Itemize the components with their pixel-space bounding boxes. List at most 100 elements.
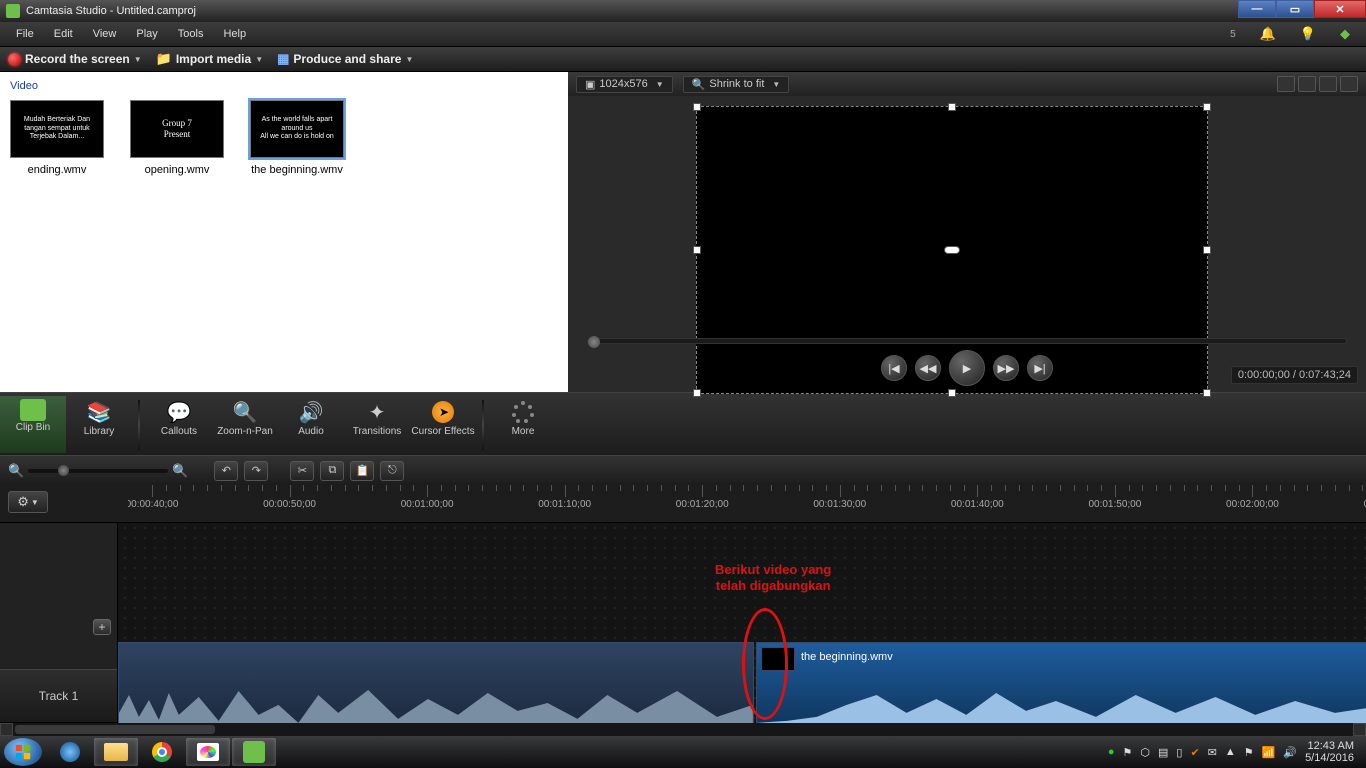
produce-share-button[interactable]: ▦Produce and share▼ xyxy=(277,51,413,67)
clip-item[interactable]: Group 7 Present opening.wmv xyxy=(130,100,224,176)
zoom-pan-button[interactable]: 🔍Zoom-n-Pan xyxy=(212,396,278,453)
timeline-clip[interactable]: the beginning.wmv xyxy=(756,642,1366,726)
close-button[interactable]: ✕ xyxy=(1314,0,1366,18)
tray-icon[interactable]: ⬡ xyxy=(1140,746,1150,759)
tray-icon[interactable]: ▤ xyxy=(1158,746,1168,759)
paste-button[interactable]: 📋 xyxy=(350,461,374,481)
prev-clip-button[interactable]: |◀ xyxy=(881,355,907,381)
dimensions-button[interactable]: ▣1024x576▼ xyxy=(576,76,673,93)
record-screen-button[interactable]: Record the screen▼ xyxy=(8,52,142,66)
split-button[interactable]: ⎋ xyxy=(380,461,404,481)
waveform-icon xyxy=(119,643,753,727)
resize-handle[interactable] xyxy=(1203,103,1211,111)
zoom-out-icon[interactable]: 🔍 xyxy=(8,463,24,479)
transitions-button[interactable]: ✦Transitions xyxy=(344,396,410,453)
timeline-ruler[interactable]: ⚙ ▼ 00:00:40;0000:00:50;0000:01:00;0000:… xyxy=(0,485,1366,523)
callouts-button[interactable]: 💬Callouts xyxy=(146,396,212,453)
step-back-button[interactable]: ◀◀ xyxy=(915,355,941,381)
step-fwd-button[interactable]: ▶▶ xyxy=(993,355,1019,381)
tray-icon[interactable]: ✉ xyxy=(1208,746,1217,759)
pan-icon[interactable] xyxy=(1277,76,1295,92)
minimize-button[interactable]: — xyxy=(1238,0,1276,18)
timeline-body[interactable]: + Track 1 the beginning.wmv xyxy=(0,523,1366,733)
tray-icon[interactable]: ● xyxy=(1108,746,1115,758)
tray-icon[interactable]: ▯ xyxy=(1176,746,1182,759)
resize-handle[interactable] xyxy=(693,103,701,111)
audio-button[interactable]: 🔊Audio xyxy=(278,396,344,453)
copy-button[interactable]: ⧉ xyxy=(320,461,344,481)
crop-tool-icon[interactable] xyxy=(1298,76,1316,92)
bulb-icon[interactable]: 💡 xyxy=(1290,24,1326,44)
scroll-handle[interactable] xyxy=(15,725,215,734)
timeline-options-button[interactable]: ⚙ ▼ xyxy=(8,491,48,513)
chevron-down-icon: ▼ xyxy=(134,55,142,64)
tray-icon[interactable]: ✔ xyxy=(1190,746,1199,759)
library-button[interactable]: 📚Library xyxy=(66,396,132,453)
volume-icon[interactable]: 🔊 xyxy=(1283,746,1297,759)
clip-item[interactable]: Mudah Berteriak Dan tangan sempat untuk … xyxy=(10,100,104,176)
add-track-button[interactable]: + xyxy=(93,619,111,635)
window-buttons: — ▭ ✕ xyxy=(1238,0,1366,18)
clip-thumb: Mudah Berteriak Dan tangan sempat untuk … xyxy=(10,100,104,158)
tray-icon[interactable]: ⚑ xyxy=(1244,746,1254,759)
chevron-down-icon: ▼ xyxy=(405,55,413,64)
separator xyxy=(138,400,140,450)
redo-button[interactable]: ↷ xyxy=(244,461,268,481)
zoom-in-icon[interactable]: 🔍 xyxy=(172,463,188,479)
next-clip-button[interactable]: ▶| xyxy=(1027,355,1053,381)
menu-edit[interactable]: Edit xyxy=(44,26,83,42)
clip-name: opening.wmv xyxy=(130,164,224,176)
audio-icon: 🔊 xyxy=(296,399,326,425)
import-media-button[interactable]: 📁Import media▼ xyxy=(156,51,263,67)
scrubber[interactable] xyxy=(587,338,1347,344)
ruler-label: 00:01:30;00 xyxy=(813,499,866,510)
scroll-right-button[interactable] xyxy=(1353,723,1366,736)
network-icon[interactable]: 📶 xyxy=(1262,746,1276,759)
more-icon xyxy=(508,399,538,425)
resize-handle[interactable] xyxy=(1203,246,1211,254)
menu-tools[interactable]: Tools xyxy=(168,26,214,42)
clip-name: ending.wmv xyxy=(10,164,104,176)
tray-icon[interactable]: ▲ xyxy=(1225,746,1236,758)
menu-file[interactable]: File xyxy=(6,26,44,42)
zoom-slider[interactable] xyxy=(28,469,168,473)
track-label[interactable]: Track 1 xyxy=(0,669,117,723)
tray-icon[interactable]: ⚑ xyxy=(1123,746,1133,759)
cursor-effects-button[interactable]: ➤Cursor Effects xyxy=(410,396,476,453)
start-button[interactable] xyxy=(4,738,42,766)
fullscreen-icon[interactable] xyxy=(1319,76,1337,92)
menu-help[interactable]: Help xyxy=(213,26,256,42)
timeline-hscroll[interactable] xyxy=(0,723,1366,736)
taskbar-chrome[interactable] xyxy=(140,738,184,766)
clip-bin-button[interactable]: Clip Bin xyxy=(0,396,66,453)
title-bar: Camtasia Studio - Untitled.camproj — ▭ ✕ xyxy=(0,0,1366,22)
cut-button[interactable]: ✂ xyxy=(290,461,314,481)
menu-bar: File Edit View Play Tools Help 5 🔔 💡 ◆ xyxy=(0,22,1366,46)
menu-play[interactable]: Play xyxy=(126,26,167,42)
preview-panel: ▣1024x576▼ 🔍Shrink to fit▼ xyxy=(568,72,1366,392)
share-icon[interactable]: ◆ xyxy=(1330,24,1360,44)
maximize-button[interactable]: ▭ xyxy=(1276,0,1314,18)
timeline-clip[interactable] xyxy=(118,642,754,726)
bell-icon[interactable]: 🔔 xyxy=(1250,24,1286,44)
taskbar-paint[interactable] xyxy=(186,738,230,766)
zoom-level-button[interactable]: 🔍Shrink to fit▼ xyxy=(683,76,790,93)
clip-name: the beginning.wmv xyxy=(250,164,344,176)
scroll-left-button[interactable] xyxy=(0,723,13,736)
more-button[interactable]: More xyxy=(490,396,556,453)
resize-handle[interactable] xyxy=(948,103,956,111)
library-icon: 📚 xyxy=(84,399,114,425)
ruler-label: 00:01:10;00 xyxy=(538,499,591,510)
detach-icon[interactable] xyxy=(1340,76,1358,92)
undo-button[interactable]: ↶ xyxy=(214,461,238,481)
play-button[interactable]: ▶ xyxy=(949,350,985,386)
clip-item-selected[interactable]: As the world falls apart around us All w… xyxy=(250,100,344,176)
clock[interactable]: 12:43 AM 5/14/2016 xyxy=(1305,740,1354,764)
taskbar-app[interactable] xyxy=(48,738,92,766)
resize-handle[interactable] xyxy=(693,246,701,254)
menu-view[interactable]: View xyxy=(83,26,127,42)
rotate-handle[interactable] xyxy=(944,246,960,254)
taskbar-explorer[interactable] xyxy=(94,738,138,766)
taskbar-camtasia[interactable] xyxy=(232,738,276,766)
ruler-label: 00:01:50;00 xyxy=(1088,499,1141,510)
